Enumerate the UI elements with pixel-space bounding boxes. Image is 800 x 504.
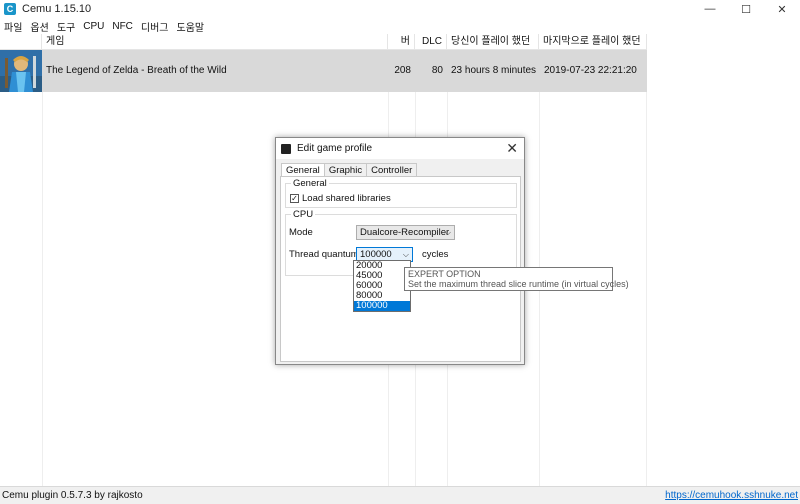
mode-select-value: Dualcore-Recompiler [360, 227, 450, 238]
chevron-down-icon: ⌵ [444, 228, 451, 237]
tooltip-title: EXPERT OPTION [408, 269, 481, 279]
menu-bar: 파일 옵션 도구 CPU NFC 디버그 도움말 [0, 18, 800, 34]
row-version: 208 [394, 65, 411, 76]
general-group-title: General [291, 178, 329, 189]
minimize-button[interactable]: — [692, 0, 728, 18]
dialog-title: Edit game profile [297, 143, 373, 154]
header-icon-column[interactable] [0, 34, 42, 50]
list-header: 게임 버전 DLC 당신이 플레이 했던 것 마지막으로 플레이 했던 것 [0, 34, 647, 63]
row-dlc: 80 [431, 65, 443, 76]
tooltip-body: Set the maximum thread slice runtime (in… [408, 279, 629, 289]
header-played[interactable]: 당신이 플레이 했던 것 [447, 34, 539, 63]
header-version[interactable]: 버전 [388, 34, 415, 63]
menu-help[interactable]: 도움말 [173, 19, 209, 34]
thread-quantum-label: Thread quantum [289, 249, 359, 260]
menu-options[interactable]: 옵션 [26, 19, 52, 34]
column-divider [42, 92, 43, 486]
header-dlc[interactable]: DLC [415, 34, 447, 50]
expert-option-tooltip: EXPERT OPTION Set the maximum thread sli… [404, 267, 629, 291]
dialog-app-icon [281, 143, 291, 154]
column-divider [646, 92, 647, 486]
window-controls: — ☐ ✕ [692, 0, 800, 18]
dialog-title-bar[interactable]: Edit game profile ✕ [276, 138, 524, 159]
table-row[interactable]: The Legend of Zelda - Breath of the Wild… [0, 50, 647, 92]
tab-controller[interactable]: Controller [366, 163, 418, 177]
dialog-close-icon[interactable]: ✕ [506, 140, 518, 157]
row-played: 23 hours 8 minutes [451, 65, 537, 76]
close-button[interactable]: ✕ [764, 0, 800, 18]
row-title: The Legend of Zelda - Breath of the Wild [46, 65, 227, 76]
dropdown-option-100000[interactable]: 100000 [354, 301, 410, 311]
menu-nfc[interactable]: NFC [108, 21, 137, 32]
status-plugin-text: Cemu plugin 0.5.7.3 by rajkosto [2, 490, 143, 501]
thread-quantum-unit: cycles [422, 249, 449, 260]
row-last-played: 2019-07-23 22:21:20 [544, 65, 637, 76]
status-link[interactable]: https://cemuhook.sshnuke.net [665, 490, 798, 501]
dialog-tabs: General Graphic Controller [281, 163, 418, 178]
maximize-button[interactable]: ☐ [728, 0, 764, 18]
header-last-played[interactable]: 마지막으로 플레이 했던 것 [539, 34, 647, 63]
tab-graphic[interactable]: Graphic [323, 163, 368, 177]
mode-select[interactable]: Dualcore-Recompiler ⌵ [356, 225, 455, 240]
thread-quantum-value: 100000 [360, 249, 392, 260]
general-group: General ✓ Load shared libraries [285, 178, 517, 208]
header-game[interactable]: 게임 [42, 34, 388, 50]
menu-tools[interactable]: 도구 [53, 19, 79, 34]
game-thumbnail-icon [0, 50, 42, 92]
cpu-group-title: CPU [291, 209, 316, 220]
menu-file[interactable]: 파일 [0, 19, 26, 34]
load-shared-libraries-checkbox[interactable]: ✓ [290, 194, 299, 203]
title-bar: C Cemu 1.15.10 — ☐ ✕ [0, 0, 800, 18]
menu-debug[interactable]: 디버그 [137, 19, 173, 34]
status-bar: Cemu plugin 0.5.7.3 by rajkosto https://… [0, 486, 800, 504]
window-title: Cemu 1.15.10 [22, 3, 92, 15]
menu-cpu[interactable]: CPU [79, 21, 108, 32]
load-shared-libraries-label: Load shared libraries [302, 193, 391, 204]
mode-label: Mode [289, 227, 313, 238]
edit-game-profile-dialog: Edit game profile ✕ General Graphic Cont… [275, 137, 525, 365]
thread-quantum-dropdown: 20000 45000 60000 80000 100000 [353, 260, 411, 312]
cemu-app-icon: C [4, 3, 16, 15]
